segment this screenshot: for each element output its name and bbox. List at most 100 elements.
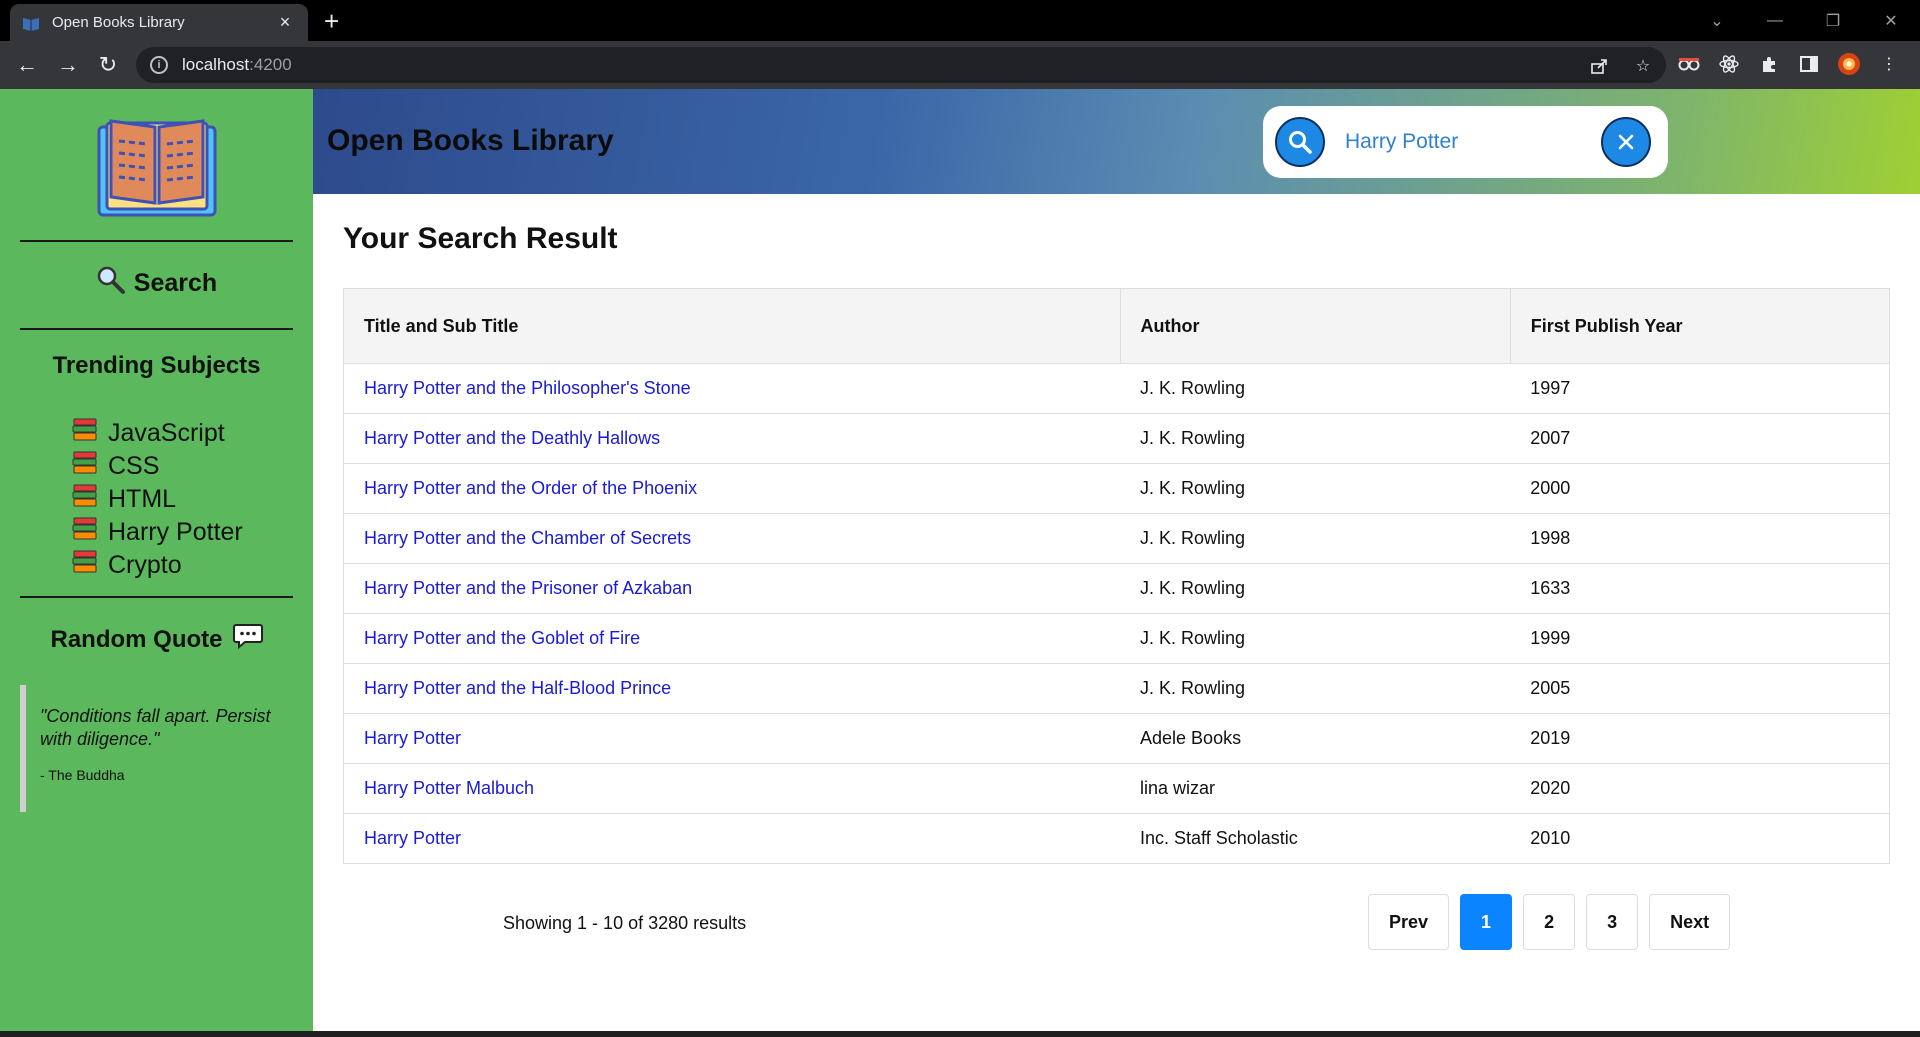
book-title-link[interactable]: Harry Potter Malbuch xyxy=(364,778,534,798)
profile-avatar-icon[interactable] xyxy=(1836,51,1862,77)
column-header: First Publish Year xyxy=(1509,288,1891,364)
year-cell: 2020 xyxy=(1510,763,1891,814)
year-cell: 2005 xyxy=(1510,663,1891,714)
book-title-link[interactable]: Harry Potter and the Prisoner of Azkaban xyxy=(364,578,692,598)
table-row: Harry Potter Adele Books 2019 xyxy=(343,713,1891,764)
book-title-link[interactable]: Harry Potter and the Philosopher's Stone xyxy=(364,378,691,398)
year-cell: 2000 xyxy=(1510,463,1891,514)
extensions-puzzle-icon[interactable] xyxy=(1756,51,1782,77)
quote-author: - The Buddha xyxy=(40,767,125,783)
favicon-icon xyxy=(22,14,40,32)
tab-close-icon[interactable]: × xyxy=(274,12,296,33)
app-root: Search Trending Subjects JavaScript CSS … xyxy=(0,89,1920,1031)
tab-search-icon[interactable]: ⌄ xyxy=(1688,11,1746,31)
quote-box: "Conditions fall apart. Persist with dil… xyxy=(20,685,293,812)
year-cell: 1633 xyxy=(1510,563,1891,614)
prev-page-button[interactable]: Prev xyxy=(1368,894,1450,950)
sidebar-divider xyxy=(20,328,293,330)
back-arrow-icon[interactable]: ← xyxy=(13,51,41,79)
title-cell: Harry Potter xyxy=(343,713,1121,764)
search-button[interactable] xyxy=(1275,117,1325,167)
os-taskbar xyxy=(0,1031,1920,1037)
sidebar-search-link[interactable]: Search xyxy=(0,265,313,302)
books-stack-icon xyxy=(72,484,98,515)
url-port: :4200 xyxy=(249,55,292,74)
author-cell: J. K. Rowling xyxy=(1120,663,1511,714)
book-title-link[interactable]: Harry Potter and the Order of the Phoeni… xyxy=(364,478,697,498)
close-window-icon[interactable]: ✕ xyxy=(1862,11,1920,31)
book-title-link[interactable]: Harry Potter and the Half-Blood Prince xyxy=(364,678,671,698)
author-cell: J. K. Rowling xyxy=(1120,363,1511,414)
title-cell: Harry Potter and the Philosopher's Stone xyxy=(343,363,1121,414)
bookmark-star-icon[interactable]: ☆ xyxy=(1630,53,1656,79)
books-stack-icon xyxy=(72,418,98,449)
table-row: Harry Potter and the Half-Blood Prince J.… xyxy=(343,663,1891,714)
subject-label: CSS xyxy=(108,452,160,480)
restore-icon[interactable]: ❐ xyxy=(1804,11,1862,31)
sidebar-search-label: Search xyxy=(133,269,218,297)
page-button-2[interactable]: 2 xyxy=(1523,894,1576,950)
pagination: Prev 1 2 3 Next xyxy=(1368,894,1731,950)
books-stack-icon xyxy=(72,550,98,581)
table-row: Harry Potter Malbuch lina wizar 2020 xyxy=(343,763,1891,814)
app-title: Open Books Library xyxy=(327,124,614,157)
address-bar[interactable]: i localhost :4200 ☆ xyxy=(136,47,1666,83)
subject-item[interactable]: HTML xyxy=(72,483,243,516)
search-input[interactable] xyxy=(1345,130,1595,154)
browser-tabstrip: Open Books Library × + ⌄ — ❐ ✕ xyxy=(0,0,1920,41)
site-info-icon[interactable]: i xyxy=(150,56,168,74)
reload-icon[interactable]: ↻ xyxy=(94,51,122,79)
magnifier-icon xyxy=(96,265,126,302)
sidebar-divider xyxy=(20,596,293,598)
url-host: localhost xyxy=(182,55,250,74)
title-cell: Harry Potter and the Goblet of Fire xyxy=(343,613,1121,664)
clear-search-button[interactable] xyxy=(1601,117,1651,167)
subject-item[interactable]: Harry Potter xyxy=(72,516,243,549)
subject-label: HTML xyxy=(108,485,177,513)
year-cell: 1998 xyxy=(1510,513,1891,564)
book-title-link[interactable]: Harry Potter and the Chamber of Secrets xyxy=(364,528,691,548)
page-button-1[interactable]: 1 xyxy=(1460,894,1513,950)
sidebar: Search Trending Subjects JavaScript CSS … xyxy=(0,89,313,1031)
title-cell: Harry Potter and the Order of the Phoeni… xyxy=(343,463,1121,514)
glasses-extension-icon[interactable] xyxy=(1676,51,1702,77)
book-title-link[interactable]: Harry Potter xyxy=(364,728,461,748)
search-icon xyxy=(1289,131,1312,154)
window-controls: ⌄ — ❐ ✕ xyxy=(1688,0,1920,41)
year-cell: 1999 xyxy=(1510,613,1891,664)
year-cell: 2007 xyxy=(1510,413,1891,464)
column-header: Title and Sub Title xyxy=(343,288,1121,364)
table-row: Harry Potter and the Chamber of Secrets J… xyxy=(343,513,1891,564)
extension-icons: ⋮ xyxy=(1676,51,1902,77)
sidebar-divider xyxy=(20,240,293,242)
book-title-link[interactable]: Harry Potter and the Goblet of Fire xyxy=(364,628,640,648)
author-cell: J. K. Rowling xyxy=(1120,613,1511,664)
browser-tab[interactable]: Open Books Library × xyxy=(10,4,308,41)
book-title-link[interactable]: Harry Potter xyxy=(364,828,461,848)
table-row: Harry Potter Inc. Staff Scholastic 2010 xyxy=(343,813,1891,864)
books-stack-icon xyxy=(72,517,98,548)
subject-label: Harry Potter xyxy=(108,518,243,546)
year-cell: 2019 xyxy=(1510,713,1891,764)
next-page-button[interactable]: Next xyxy=(1649,894,1731,950)
table-row: Harry Potter and the Goblet of Fire J. K.… xyxy=(343,613,1891,664)
subject-label: JavaScript xyxy=(108,419,225,447)
side-panel-icon[interactable] xyxy=(1796,51,1822,77)
open-book-logo-icon xyxy=(97,117,217,226)
results-count-text: Showing 1 - 10 of 3280 results xyxy=(503,913,747,933)
random-quote-heading: Random Quote xyxy=(0,623,313,656)
subject-item[interactable]: CSS xyxy=(72,450,243,483)
minimize-icon[interactable]: — xyxy=(1746,12,1804,30)
subject-item[interactable]: Crypto xyxy=(72,549,243,582)
results-table: Title and Sub Title Author First Publish… xyxy=(343,288,1891,864)
subject-item[interactable]: JavaScript xyxy=(72,417,243,450)
react-devtools-icon[interactable] xyxy=(1716,51,1742,77)
year-cell: 2010 xyxy=(1510,813,1891,864)
book-title-link[interactable]: Harry Potter and the Deathly Hallows xyxy=(364,428,660,448)
browser-menu-icon[interactable]: ⋮ xyxy=(1876,51,1902,77)
share-icon[interactable] xyxy=(1586,53,1612,79)
page-button-3[interactable]: 3 xyxy=(1586,894,1639,950)
new-tab-button[interactable]: + xyxy=(324,7,339,35)
forward-arrow-icon[interactable]: → xyxy=(54,51,82,79)
browser-toolbar: ← → ↻ i localhost :4200 ☆ ⋮ xyxy=(0,41,1920,89)
